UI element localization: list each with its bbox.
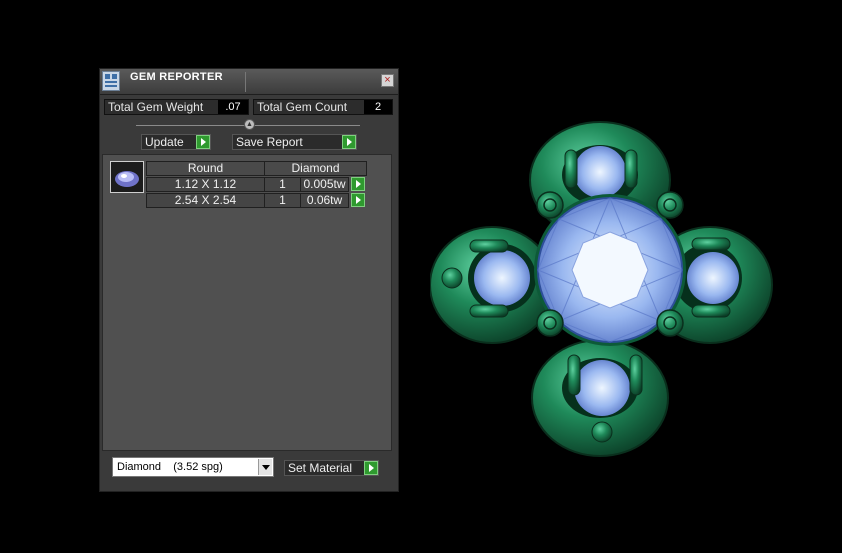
set-material-button[interactable]: Set Material: [284, 460, 379, 476]
set-material-label: Set Material: [288, 461, 353, 475]
material-select[interactable]: Diamond (3.52 spg): [112, 457, 274, 477]
gem-reporter-panel: GEM REPORTER × Total Gem Weight .07 Tota…: [99, 68, 399, 492]
close-icon[interactable]: ×: [381, 74, 394, 87]
total-gem-count-value: 2: [364, 100, 392, 114]
row1-qty: 1: [264, 177, 301, 192]
save-report-label: Save Report: [236, 135, 303, 149]
row1-size: 1.12 X 1.12: [146, 177, 265, 192]
material-select-value: Diamond (3.52 spg): [117, 461, 223, 473]
row2-size: 2.54 X 2.54: [146, 193, 265, 208]
header-material: Diamond: [264, 161, 367, 176]
set-material-go-icon[interactable]: [364, 461, 378, 475]
panel-title: GEM REPORTER: [130, 71, 223, 83]
chevron-down-icon[interactable]: [258, 459, 272, 475]
update-go-icon[interactable]: [196, 135, 210, 149]
update-button[interactable]: Update: [141, 134, 211, 150]
total-gem-count-label: Total Gem Count: [257, 100, 348, 114]
gem-list: Round Diamond 1.12 X 1.12 1 0.005tw 2.54…: [102, 154, 392, 451]
gem-reporter-app-icon: [102, 71, 120, 91]
update-label: Update: [145, 135, 184, 149]
save-report-go-icon[interactable]: [342, 135, 356, 149]
header-shape: Round: [146, 161, 265, 176]
save-report-button[interactable]: Save Report: [232, 134, 357, 150]
total-gem-count: Total Gem Count 2: [253, 99, 393, 115]
row1-go-icon[interactable]: [351, 177, 365, 191]
title-bar[interactable]: GEM REPORTER ×: [100, 69, 398, 95]
total-gem-weight-value: .07: [218, 100, 248, 114]
row2-go-icon[interactable]: [351, 193, 365, 207]
row2-weight: 0.06tw: [300, 193, 349, 208]
row2-qty: 1: [264, 193, 301, 208]
title-divider: [245, 72, 246, 92]
ring-3d-model[interactable]: [430, 120, 775, 465]
total-gem-weight: Total Gem Weight .07: [104, 99, 249, 115]
row1-weight: 0.005tw: [300, 177, 349, 192]
splitter-handle[interactable]: ▲: [244, 119, 255, 130]
round-gem-thumbnail[interactable]: [110, 161, 144, 193]
total-gem-weight-label: Total Gem Weight: [108, 100, 204, 114]
